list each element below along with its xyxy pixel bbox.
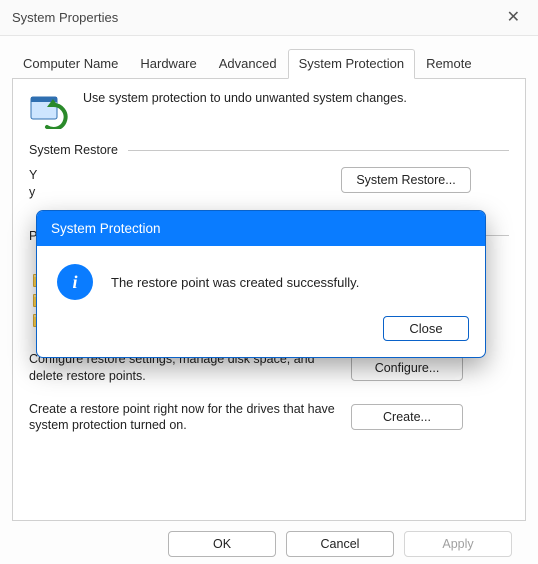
- info-icon: i: [57, 264, 93, 300]
- client-area: Computer Name Hardware Advanced System P…: [0, 36, 538, 564]
- system-protection-dialog: System Protection i The restore point wa…: [36, 210, 486, 358]
- close-button[interactable]: Close: [383, 316, 469, 341]
- dialog-message: The restore point was created successful…: [111, 275, 359, 290]
- dialog-body: i The restore point was created successf…: [37, 246, 485, 316]
- dialog-footer: Close: [37, 316, 485, 357]
- close-icon[interactable]: ✕: [499, 8, 528, 28]
- dialog-title: System Protection: [37, 211, 485, 246]
- titlebar: System Properties ✕: [0, 0, 538, 36]
- system-properties-window: System Properties ✕ Computer Name Hardwa…: [0, 0, 538, 564]
- window-title: System Properties: [12, 10, 118, 25]
